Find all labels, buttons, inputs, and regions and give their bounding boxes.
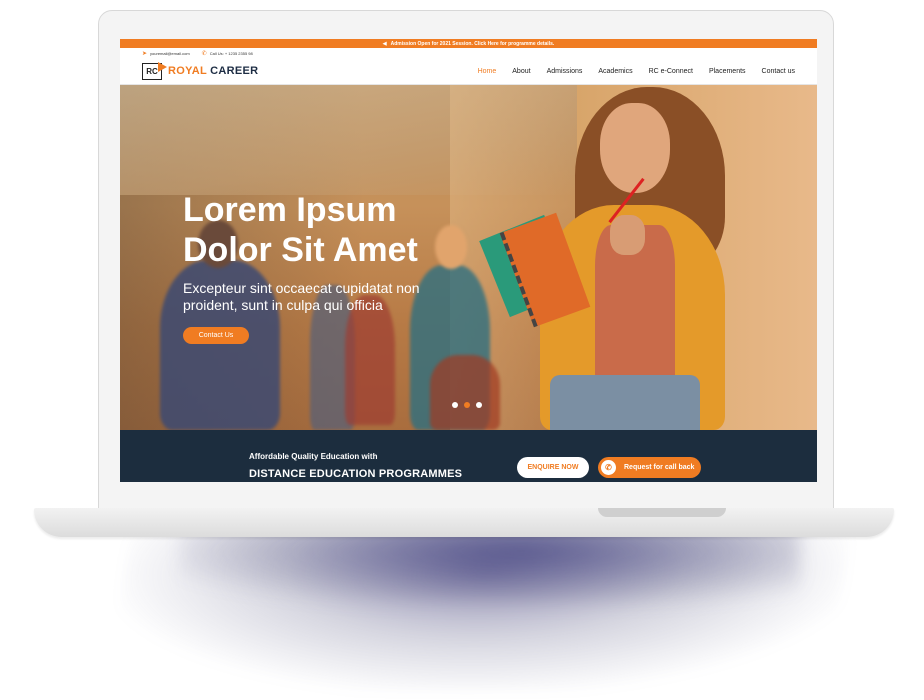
- callback-label: Request for call back: [624, 464, 695, 471]
- hero-slider: Lorem Ipsum Dolor Sit Amet Excepteur sin…: [120, 85, 817, 430]
- laptop-notch: [598, 508, 726, 517]
- hero-content: Lorem Ipsum Dolor Sit Amet Excepteur sin…: [183, 190, 483, 344]
- band-tagline: Affordable Quality Education with: [249, 452, 378, 461]
- laptop-base: [34, 508, 894, 537]
- nav-item-placements[interactable]: Placements: [709, 68, 746, 75]
- phone-icon: ✆: [201, 50, 207, 57]
- site-logo[interactable]: RC ROYAL CAREER: [142, 61, 258, 80]
- email-contact[interactable]: ➤ youremail@email.com: [142, 50, 190, 57]
- logo-brand-royal: ROYAL: [168, 65, 207, 77]
- slider-dot-2[interactable]: [464, 402, 470, 408]
- contact-us-button[interactable]: Contact Us: [183, 327, 249, 344]
- student-hand: [610, 215, 645, 255]
- nav-menu: Home About Admissions Academics RC e-Con…: [478, 68, 795, 75]
- announcement-bar[interactable]: ◀ Admission Open for 2021 Session. Click…: [120, 39, 817, 48]
- student-jeans: [550, 375, 700, 430]
- logo-mark: RC: [142, 61, 167, 80]
- nav-item-academics[interactable]: Academics: [598, 68, 632, 75]
- slider-dot-3[interactable]: [476, 402, 482, 408]
- laptop-screen: ◀ Admission Open for 2021 Session. Click…: [120, 39, 817, 482]
- laptop-mockup: ◀ Admission Open for 2021 Session. Click…: [0, 0, 924, 700]
- distance-education-band: Affordable Quality Education with DISTAN…: [120, 430, 817, 482]
- announcement-text[interactable]: Admission Open for 2021 Session. Click H…: [391, 41, 555, 47]
- band-heading: DISTANCE EDUCATION PROGRAMMES: [249, 468, 463, 480]
- enquire-now-button[interactable]: ENQUIRE NOW: [517, 457, 589, 478]
- student-face: [600, 103, 670, 193]
- hero-subtitle: Excepteur sint occaecat cupidatat non pr…: [183, 280, 420, 313]
- main-navbar: RC ROYAL CAREER Home About Admissions Ac…: [120, 58, 817, 85]
- logo-text: ROYAL CAREER: [168, 65, 258, 77]
- nav-item-admissions[interactable]: Admissions: [547, 68, 583, 75]
- logo-brand-career: CAREER: [210, 65, 259, 77]
- phone-contact[interactable]: ✆ Call Us: + 1235 2355 98: [202, 50, 253, 57]
- send-icon: ➤: [142, 50, 148, 57]
- nav-item-contact[interactable]: Contact us: [762, 68, 795, 75]
- nav-item-rc-econnect[interactable]: RC e-Connect: [649, 68, 693, 75]
- phone-text: Call Us: + 1235 2355 98: [209, 50, 253, 56]
- contact-bar: ➤ youremail@email.com ✆ Call Us: + 1235 23…: [120, 48, 817, 58]
- phone-icon: ✆: [601, 460, 616, 475]
- nav-item-home[interactable]: Home: [478, 68, 497, 75]
- bg-student: [430, 355, 500, 430]
- request-callback-button[interactable]: ✆ Request for call back: [598, 457, 701, 478]
- slider-dot-1[interactable]: [452, 402, 458, 408]
- hero-title: Lorem Ipsum Dolor Sit Amet: [183, 191, 418, 269]
- slider-dots: [452, 402, 482, 408]
- megaphone-icon: ◀: [382, 40, 387, 47]
- nav-item-about[interactable]: About: [512, 68, 530, 75]
- email-text: youremail@email.com: [150, 50, 190, 56]
